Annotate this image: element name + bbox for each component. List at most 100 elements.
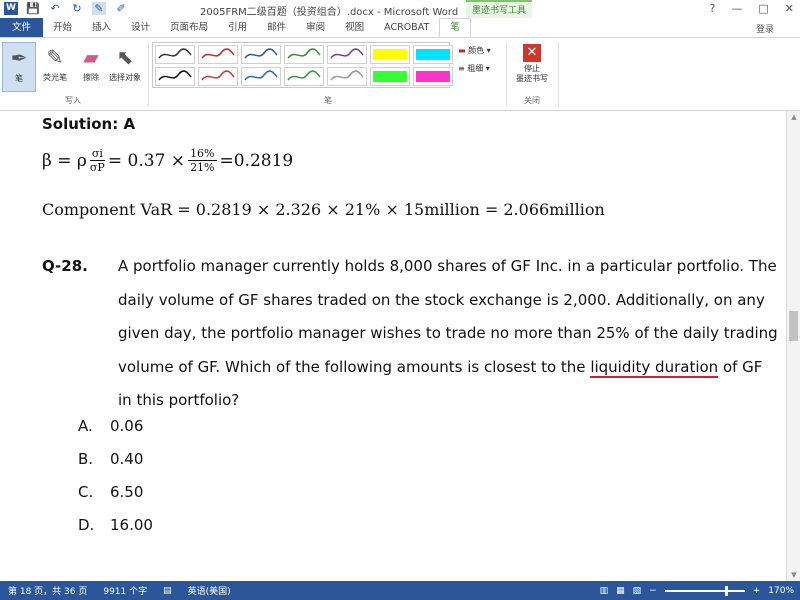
redo-icon[interactable]: ↻ — [70, 2, 84, 15]
component-var-formula: Component VaR = 0.2819 × 2.326 × 21% × 1… — [42, 200, 605, 219]
proofing-icon[interactable]: ▤ — [155, 586, 180, 596]
option-label: C. — [78, 483, 94, 501]
answer-option: B. 0.40 — [78, 450, 153, 483]
zoom-slider-thumb[interactable] — [724, 585, 728, 596]
login-link[interactable]: 登录 — [756, 22, 774, 35]
zoom-out-button[interactable]: − — [649, 586, 657, 596]
scroll-down-icon[interactable]: ▼ — [787, 569, 800, 581]
vol-denominator: 21% — [190, 161, 215, 174]
ribbon: ✒ 笔 ✎ 荧光笔 ▰ 擦除 ⬉ 选择对象 写入 笔 ▬ 颜色 ▾ ≡ 粗细 ▾ — [0, 37, 800, 111]
highlighter-swatch-icon — [373, 49, 407, 60]
beta-lhs: β = ρ — [42, 150, 87, 171]
tab-references[interactable]: 引用 — [218, 18, 257, 38]
pen-button[interactable]: ✒ 笔 — [2, 42, 36, 92]
ink-underlined-term: liquidity duration — [590, 357, 719, 378]
pen-swatch[interactable] — [413, 67, 453, 86]
scroll-up-icon[interactable]: ▲ — [787, 111, 800, 123]
save-icon[interactable]: 💾 — [26, 2, 40, 15]
title-bar: W 💾 ↶ ↻ ✎ ✐ 2005FRM二级百题（投资组合）.docx - Mic… — [0, 0, 800, 18]
context-tab-ink-tools: 墨迹书写工具 — [466, 0, 532, 18]
pen-stroke-icon — [201, 70, 235, 81]
pen-swatch[interactable] — [327, 67, 367, 86]
pen-swatch[interactable] — [327, 45, 367, 64]
pointer-icon: ⬉ — [116, 45, 134, 69]
print-layout-icon[interactable]: ▦ — [616, 586, 625, 596]
tab-design[interactable]: 设计 — [121, 18, 160, 38]
option-label: D. — [78, 516, 95, 534]
sigma-numerator: σi — [89, 147, 105, 161]
pen-stroke-icon — [158, 70, 192, 81]
tab-page-layout[interactable]: 页面布局 — [160, 18, 218, 38]
eraser-button[interactable]: ▰ 擦除 — [74, 42, 108, 92]
page-count[interactable]: 第 18 页，共 36 页 — [0, 584, 95, 597]
pen-thickness-icon: ≡ — [458, 64, 465, 73]
pen-stroke-icon — [287, 70, 321, 81]
option-label: B. — [78, 450, 94, 468]
zoom-level[interactable]: 170% — [768, 586, 794, 596]
pen-stroke-icon — [330, 48, 364, 59]
draw-icon[interactable]: ✐ — [114, 2, 128, 15]
ribbon-divider — [506, 42, 507, 106]
language-indicator[interactable]: 英语(美国) — [180, 584, 239, 597]
tab-insert[interactable]: 插入 — [82, 18, 121, 38]
zoom-slider[interactable] — [664, 585, 745, 596]
highlighter-button[interactable]: ✎ 荧光笔 — [38, 42, 72, 92]
pen-swatch[interactable] — [370, 67, 410, 86]
pen-swatch[interactable] — [198, 67, 238, 86]
ribbon-divider — [148, 42, 149, 106]
help-button[interactable]: ? — [710, 2, 716, 15]
read-mode-icon[interactable]: ▥ — [600, 586, 609, 596]
tab-view[interactable]: 视图 — [335, 18, 374, 38]
answer-option: A. 0.06 — [78, 417, 153, 450]
close-ink-icon: ✕ — [523, 44, 541, 62]
word-logo-icon: W — [4, 2, 18, 15]
quick-access-toolbar: W 💾 ↶ ↻ ✎ ✐ — [4, 2, 128, 15]
ribbon-divider — [558, 42, 559, 106]
answer-option: C. 6.50 — [78, 483, 153, 516]
pen-swatch[interactable] — [241, 45, 281, 64]
undo-icon[interactable]: ↶ — [48, 2, 62, 15]
stop-inking-button[interactable]: ✕ 停止 墨迹书写 — [512, 40, 552, 84]
pen-icon: ✒ — [10, 46, 28, 70]
close-button[interactable]: ✕ — [785, 2, 794, 15]
pen-swatch[interactable] — [284, 67, 324, 86]
pen-swatch[interactable] — [284, 45, 324, 64]
vol-fraction: 16% 21% — [188, 147, 217, 174]
pen-thickness-dropdown[interactable]: ≡ 粗细 ▾ — [458, 60, 491, 78]
select-objects-button[interactable]: ⬉ 选择对象 — [108, 42, 142, 92]
pen-swatch[interactable] — [155, 67, 195, 86]
tab-acrobat[interactable]: ACROBAT — [374, 18, 439, 38]
pen-stroke-icon — [244, 48, 278, 59]
tab-review[interactable]: 审阅 — [296, 18, 335, 38]
option-value: 6.50 — [110, 483, 144, 501]
zoom-in-button[interactable]: + — [753, 586, 761, 596]
document-page[interactable]: Solution: A β = ρ σi σP = 0.37 × 16% 21%… — [0, 111, 786, 581]
maximize-button[interactable]: □ — [758, 2, 768, 15]
vertical-scrollbar[interactable]: ▲ ▼ — [786, 111, 800, 581]
word-count[interactable]: 9911 个字 — [95, 584, 155, 597]
pen-swatch[interactable] — [413, 45, 453, 64]
pen-swatch[interactable] — [198, 45, 238, 64]
vol-numerator: 16% — [188, 147, 217, 161]
ink-mode-icon[interactable]: ✎ — [92, 2, 106, 15]
minimize-button[interactable]: — — [731, 2, 742, 15]
tab-file[interactable]: 文件 — [0, 18, 44, 38]
pen-swatch[interactable] — [241, 67, 281, 86]
eraser-button-label: 擦除 — [83, 73, 99, 82]
sigma-denominator: σP — [89, 161, 105, 174]
beta-formula: β = ρ σi σP = 0.37 × 16% 21% =0.2819 — [42, 147, 293, 174]
tab-mailings[interactable]: 邮件 — [257, 18, 296, 38]
web-layout-icon[interactable]: ▧ — [633, 586, 642, 596]
tab-home[interactable]: 开始 — [43, 18, 82, 38]
scroll-thumb[interactable] — [789, 311, 798, 341]
answer-options: A. 0.06 B. 0.40 C. 6.50 D. 16.00 — [78, 417, 153, 549]
pen-swatch[interactable] — [370, 45, 410, 64]
pen-button-label: 笔 — [15, 74, 23, 83]
tab-pens[interactable]: 笔 — [439, 18, 471, 38]
pen-color-label: 颜色 — [468, 46, 485, 55]
question-number: Q-28. — [42, 257, 88, 275]
pen-swatch[interactable] — [155, 45, 195, 64]
highlighter-button-label: 荧光笔 — [43, 73, 67, 82]
pen-color-dropdown[interactable]: ▬ 颜色 ▾ — [458, 42, 491, 60]
pens-group-label: 笔 — [324, 96, 332, 105]
